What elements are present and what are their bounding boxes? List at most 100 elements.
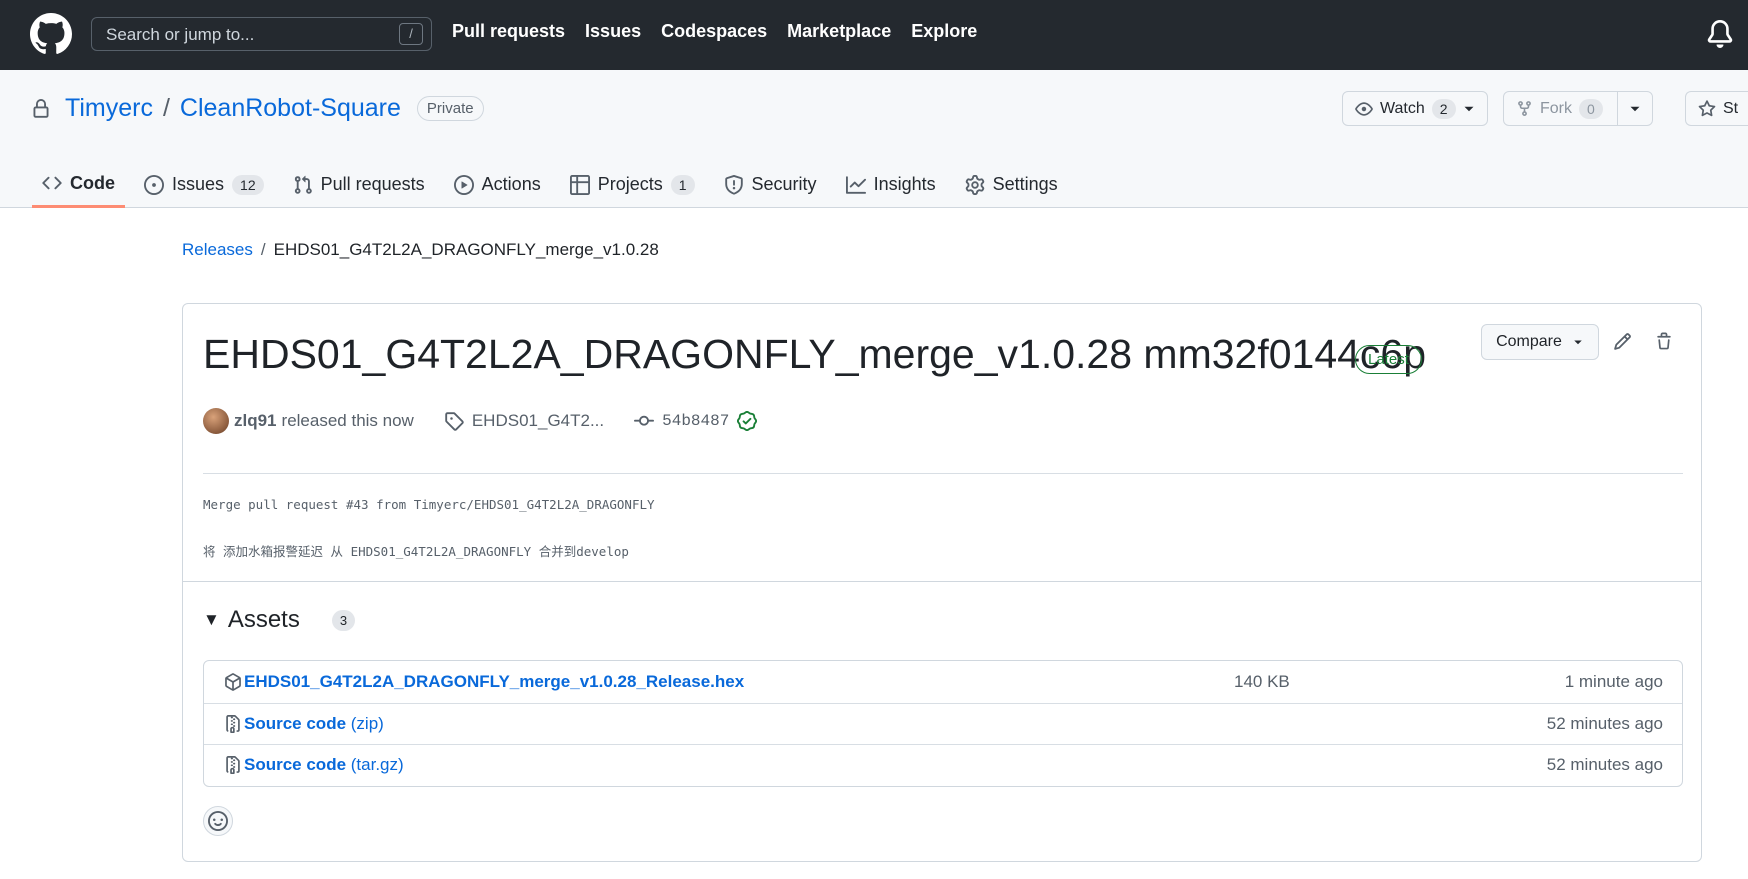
- tag-icon: [445, 412, 464, 431]
- repo-header: Timyerc / CleanRobot-Square Private Watc…: [0, 70, 1748, 208]
- tab-label: Security: [751, 174, 817, 194]
- play-icon: [453, 174, 474, 195]
- released-text: released this now: [281, 411, 414, 430]
- asset-row: Source code (zip) 52 minutes ago: [204, 702, 1682, 745]
- star-label: St: [1723, 99, 1739, 117]
- nav-pull-requests[interactable]: Pull requests: [452, 21, 565, 42]
- tab-insights[interactable]: Insights: [836, 161, 946, 208]
- assets-count: 3: [331, 609, 356, 631]
- tab-label: Projects: [597, 174, 663, 194]
- file-zip-icon: [226, 756, 240, 775]
- source-zip-link[interactable]: Source code (zip): [244, 714, 384, 734]
- tag-name: EHDS01_G4T2...: [471, 411, 605, 430]
- breadcrumb-separator: /: [260, 240, 266, 259]
- tag-link[interactable]: EHDS01_G4T2...: [444, 411, 604, 431]
- add-reaction-button[interactable]: [203, 806, 233, 836]
- smiley-icon: [208, 811, 228, 831]
- release-notes-line-2: 将 添加水箱报警延迟 从 EHDS01_G4T2L2A_DRAGONFLY 合并…: [203, 544, 629, 559]
- repo-title: Timyerc / CleanRobot-Square Private: [31, 94, 484, 123]
- assets-section-divider: [183, 581, 1701, 582]
- eye-icon: [1355, 101, 1373, 116]
- repo-name-link[interactable]: CleanRobot-Square: [180, 94, 401, 123]
- nav-explore[interactable]: Explore: [911, 21, 977, 42]
- source-tar-link[interactable]: Source code (tar.gz): [244, 755, 404, 775]
- caret-down-icon: [1574, 340, 1582, 345]
- tab-code[interactable]: Code: [32, 161, 125, 208]
- asset-size: 140 KB: [1234, 671, 1290, 691]
- author-link[interactable]: zlq91: [234, 411, 277, 431]
- pull-request-icon: [294, 175, 312, 194]
- tab-security[interactable]: Security: [714, 161, 827, 208]
- repo-tabs: Code Issues 12 Pull requests Actions Pro…: [32, 161, 1077, 208]
- tab-label: Code: [70, 172, 115, 193]
- asset-row: Source code (tar.gz) 52 minutes ago: [204, 744, 1682, 786]
- compare-label: Compare: [1496, 333, 1562, 350]
- delete-release-button[interactable]: [1651, 328, 1677, 354]
- star-button[interactable]: St: [1686, 92, 1748, 125]
- bell-icon[interactable]: [1706, 20, 1734, 48]
- tab-projects[interactable]: Projects 1: [560, 161, 705, 208]
- watch-label: Watch: [1380, 99, 1425, 117]
- package-icon: [225, 672, 241, 691]
- file-zip-icon: [226, 714, 240, 733]
- trash-icon: [1657, 332, 1671, 349]
- caret-down-icon: [1464, 106, 1474, 111]
- breadcrumb-current: EHDS01_G4T2L2A_DRAGONFLY_merge_v1.0.28: [273, 240, 659, 259]
- triangle-down-icon: ▼: [203, 610, 220, 629]
- nav-issues[interactable]: Issues: [585, 21, 641, 42]
- tab-settings[interactable]: Settings: [955, 161, 1068, 208]
- fork-dropdown-button[interactable]: [1616, 92, 1652, 125]
- fork-button[interactable]: Fork 0: [1504, 92, 1617, 125]
- repo-forked-icon: [1518, 101, 1531, 116]
- breadcrumb: Releases / EHDS01_G4T2L2A_DRAGONFLY_merg…: [182, 240, 659, 260]
- search-placeholder: Search or jump to...: [106, 25, 255, 44]
- search-shortcut-key: /: [399, 23, 423, 45]
- fork-label: Fork: [1540, 99, 1572, 117]
- search-input[interactable]: Search or jump to... /: [91, 17, 432, 51]
- watch-button[interactable]: Watch 2: [1343, 92, 1487, 125]
- commit-link[interactable]: 54b8487: [634, 411, 758, 431]
- release-title: EHDS01_G4T2L2A_DRAGONFLY_merge_v1.0.28 m…: [203, 331, 1427, 377]
- repo-owner-link[interactable]: Timyerc: [65, 94, 153, 123]
- projects-count: 1: [670, 174, 695, 195]
- tab-pull-requests[interactable]: Pull requests: [283, 161, 435, 208]
- global-nav: Pull requests Issues Codespaces Marketpl…: [452, 21, 977, 42]
- latest-badge: Latest: [1355, 345, 1422, 374]
- verified-check-icon[interactable]: [737, 411, 758, 431]
- tab-issues[interactable]: Issues 12: [134, 161, 274, 208]
- caret-down-icon: [1630, 106, 1640, 111]
- repo-separator: /: [162, 94, 170, 122]
- asset-time: 1 minute ago: [1564, 671, 1663, 691]
- asset-list: EHDS01_G4T2L2A_DRAGONFLY_merge_v1.0.28_R…: [203, 660, 1683, 787]
- release-card: EHDS01_G4T2L2A_DRAGONFLY_merge_v1.0.28 m…: [182, 303, 1702, 862]
- watch-count: 2: [1431, 98, 1456, 119]
- commit-sha: 54b8487: [662, 412, 730, 430]
- tab-actions[interactable]: Actions: [444, 161, 551, 208]
- issue-icon: [144, 174, 164, 195]
- github-logo-icon[interactable]: [30, 13, 72, 55]
- nav-marketplace[interactable]: Marketplace: [787, 21, 891, 42]
- asset-row: EHDS01_G4T2L2A_DRAGONFLY_merge_v1.0.28_R…: [204, 661, 1682, 703]
- graph-icon: [845, 175, 866, 194]
- tab-label: Insights: [873, 174, 936, 194]
- release-notes-line-1: Merge pull request #43 from Timyerc/EHDS…: [203, 497, 655, 512]
- star-icon: [1698, 99, 1716, 116]
- asset-time: 52 minutes ago: [1546, 755, 1663, 775]
- table-icon: [569, 174, 590, 195]
- breadcrumb-releases-link[interactable]: Releases: [182, 240, 253, 260]
- tab-label: Actions: [481, 174, 541, 194]
- visibility-badge: Private: [416, 96, 484, 121]
- fork-button-group: Fork 0: [1503, 91, 1653, 126]
- author-avatar[interactable]: [203, 408, 229, 434]
- assets-toggle[interactable]: ▼ Assets 3: [203, 606, 356, 634]
- issues-count: 12: [232, 174, 264, 195]
- nav-codespaces[interactable]: Codespaces: [661, 21, 767, 42]
- compare-button[interactable]: Compare: [1481, 324, 1599, 360]
- lock-icon: [33, 98, 49, 118]
- global-header: Search or jump to... / Pull requests Iss…: [0, 0, 1748, 70]
- fork-count: 0: [1579, 98, 1603, 119]
- watch-button-group: Watch 2: [1342, 91, 1488, 126]
- edit-release-button[interactable]: [1609, 328, 1635, 354]
- shield-icon: [724, 174, 743, 195]
- asset-download-link[interactable]: EHDS01_G4T2L2A_DRAGONFLY_merge_v1.0.28_R…: [244, 672, 744, 692]
